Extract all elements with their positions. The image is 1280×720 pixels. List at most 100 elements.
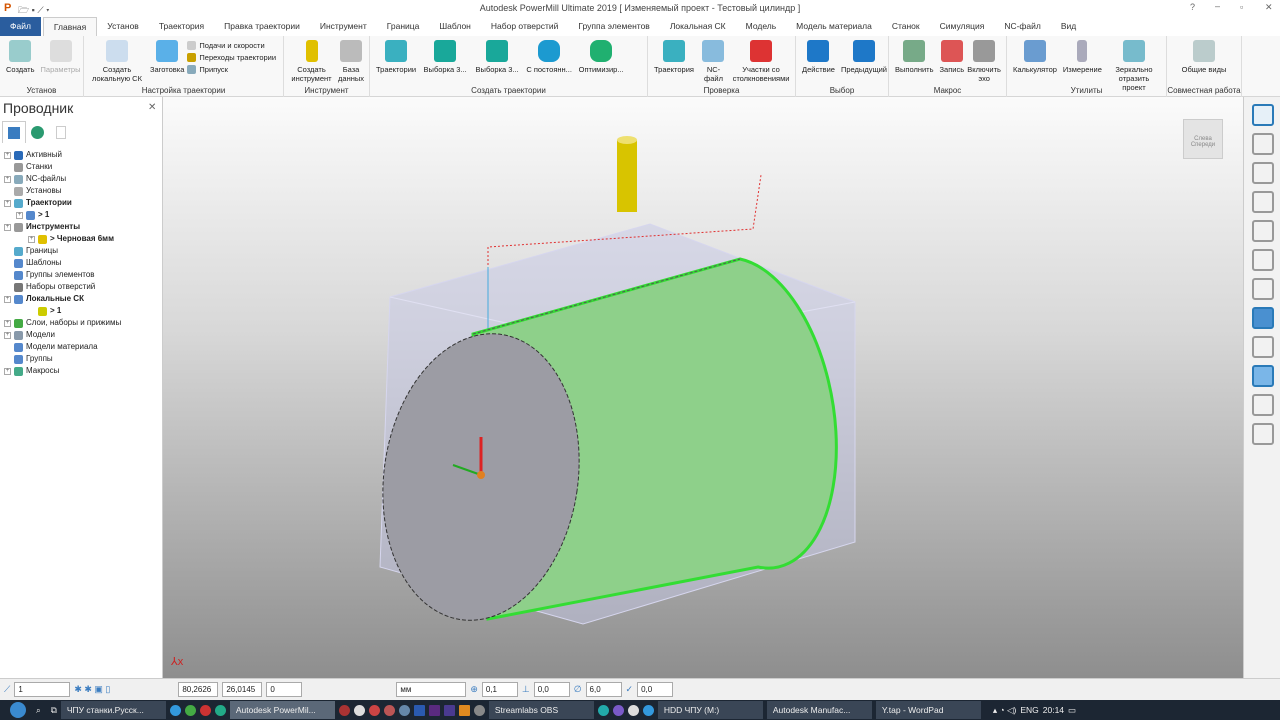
tab-3[interactable]: Траектория xyxy=(149,17,214,36)
photoshop-icon[interactable] xyxy=(413,704,425,716)
view-front-icon[interactable] xyxy=(1252,133,1274,155)
tree-item[interactable]: + > 1 xyxy=(4,209,121,221)
minimize-button[interactable]: – xyxy=(1215,1,1220,11)
tab-13[interactable]: Станок xyxy=(882,17,930,36)
expand-icon[interactable]: + xyxy=(16,211,23,219)
selection-mode-icons[interactable]: ✱ ✱ ▣ ▯ xyxy=(74,684,134,695)
app-icon[interactable] xyxy=(642,704,654,716)
3d-viewport[interactable]: ⅄x Слева Спереди xyxy=(163,97,1243,678)
tree-item[interactable]: Станки xyxy=(4,161,121,173)
notifications-icon[interactable]: ▭ xyxy=(1068,705,1076,716)
app-icon[interactable] xyxy=(338,704,350,716)
chrome-icon[interactable] xyxy=(184,704,196,716)
app-icon[interactable] xyxy=(627,704,639,716)
tab-5[interactable]: Инструмент xyxy=(310,17,377,36)
app-icon[interactable] xyxy=(383,704,395,716)
tree-item[interactable]: Шаблоны xyxy=(4,257,121,269)
select-undo-icon[interactable] xyxy=(1252,423,1274,445)
language-indicator[interactable]: ENG xyxy=(1020,705,1038,715)
expand-icon[interactable]: + xyxy=(4,331,11,339)
tab-2[interactable]: Установ xyxy=(97,17,149,36)
expand-icon[interactable]: + xyxy=(4,199,11,207)
tab-6[interactable]: Граница xyxy=(377,17,430,36)
expand-icon[interactable]: + xyxy=(4,319,11,327)
close-button[interactable]: ✕ xyxy=(1265,2,1273,13)
tab-1[interactable]: Главная xyxy=(42,17,98,36)
taskbar-item[interactable]: Autodesk Manufac... xyxy=(766,701,872,719)
taskbar-item[interactable]: ЧПУ станки.Русск... xyxy=(60,701,166,719)
app-icon[interactable] xyxy=(169,704,181,716)
expand-icon[interactable]: + xyxy=(28,235,35,243)
app-icon[interactable] xyxy=(199,704,211,716)
expand-icon[interactable]: + xyxy=(4,175,11,183)
taskbar-item[interactable]: HDD ЧПУ (M:) xyxy=(657,701,763,719)
units-field[interactable]: мм xyxy=(396,682,467,697)
leads-links-button[interactable]: Переходы траектории xyxy=(187,53,276,62)
tool-diameter-field[interactable]: 6,0 xyxy=(585,682,622,697)
tree-item[interactable]: + Траектории xyxy=(4,197,121,209)
viber-icon[interactable] xyxy=(612,704,624,716)
trash-icon[interactable] xyxy=(56,126,66,139)
tree-item[interactable]: Наборы отверстий xyxy=(4,281,121,293)
view-cube-icon[interactable] xyxy=(1252,162,1274,184)
tray-icons[interactable]: ▴ ◔ ◁) xyxy=(993,705,1017,716)
feeds-speeds-button[interactable]: Подачи и скорости xyxy=(187,41,276,50)
expand-icon[interactable]: + xyxy=(4,223,11,231)
tree-item[interactable]: Модели материала xyxy=(4,341,121,353)
thickness-button[interactable]: Припуск xyxy=(187,65,276,74)
view-cube[interactable]: Слева Спереди xyxy=(1183,119,1223,159)
task-view-icon[interactable]: ⧉ xyxy=(51,705,57,716)
tree-item[interactable]: + Инструменты xyxy=(4,221,121,233)
tree-item[interactable]: + Слои, наборы и прижимы xyxy=(4,317,121,329)
tab-10[interactable]: Локальная СК xyxy=(660,17,736,36)
zoom-icon[interactable] xyxy=(1252,191,1274,213)
app-icon[interactable] xyxy=(368,704,380,716)
premiere-icon[interactable] xyxy=(428,704,440,716)
app-icon[interactable] xyxy=(597,704,609,716)
taskbar-item[interactable]: Streamlabs OBS xyxy=(488,701,594,719)
expand-icon[interactable]: + xyxy=(4,367,11,375)
tab-14[interactable]: Симуляция xyxy=(930,17,995,36)
shaded-icon[interactable] xyxy=(1252,307,1274,329)
tree-item[interactable]: Установы xyxy=(4,185,121,197)
tab-16[interactable]: Вид xyxy=(1051,17,1086,36)
tab-12[interactable]: Модель материала xyxy=(786,17,882,36)
tab-15[interactable]: NC-файл xyxy=(994,17,1051,36)
tab-7[interactable]: Шаблон xyxy=(429,17,480,36)
select-icon[interactable] xyxy=(1252,394,1274,416)
start-button[interactable] xyxy=(10,702,26,718)
refresh-icon[interactable] xyxy=(1252,220,1274,242)
powermill-icon[interactable] xyxy=(458,704,470,716)
expand-icon[interactable]: + xyxy=(4,151,11,159)
workplane-select[interactable]: 1 xyxy=(14,682,71,697)
tree-item[interactable]: + Локальные СК xyxy=(4,293,121,305)
stepover-field[interactable]: 0,0 xyxy=(637,682,674,697)
translucent-icon[interactable] xyxy=(1252,365,1274,387)
zoom-box-icon[interactable] xyxy=(1252,249,1274,271)
wireframe-icon[interactable] xyxy=(1252,336,1274,358)
taskbar-item[interactable]: Autodesk PowerMil... xyxy=(229,701,335,719)
taskbar-item[interactable]: Y.tap - WordPad xyxy=(875,701,981,719)
tree-item[interactable]: + Макросы xyxy=(4,365,121,377)
app-icon[interactable] xyxy=(353,704,365,716)
tree-item[interactable]: > 1 xyxy=(4,305,121,317)
after-effects-icon[interactable] xyxy=(443,704,455,716)
tab-9[interactable]: Группа элементов xyxy=(568,17,659,36)
tree-item[interactable]: + NC-файлы xyxy=(4,173,121,185)
clock[interactable]: 20:14 xyxy=(1043,705,1064,715)
tree-item[interactable]: + Активный xyxy=(4,149,121,161)
globe-icon[interactable] xyxy=(31,126,44,139)
app-icon[interactable] xyxy=(473,704,485,716)
tree-item[interactable]: Группы элементов xyxy=(4,269,121,281)
tab-0[interactable]: Файл xyxy=(0,17,41,36)
app-icon[interactable] xyxy=(214,704,226,716)
tab-11[interactable]: Модель xyxy=(736,17,787,36)
search-icon[interactable]: ⌕ xyxy=(36,705,41,716)
view-cube-front[interactable]: Спереди xyxy=(1191,142,1215,148)
zoom-out-icon[interactable] xyxy=(1252,278,1274,300)
tab-8[interactable]: Набор отверстий xyxy=(481,17,569,36)
tree-item[interactable]: Границы xyxy=(4,245,121,257)
tree-item[interactable]: + Модели xyxy=(4,329,121,341)
tree-item[interactable]: + > Черновая 6мм xyxy=(4,233,121,245)
thickness-field[interactable]: 0,0 xyxy=(533,682,570,697)
